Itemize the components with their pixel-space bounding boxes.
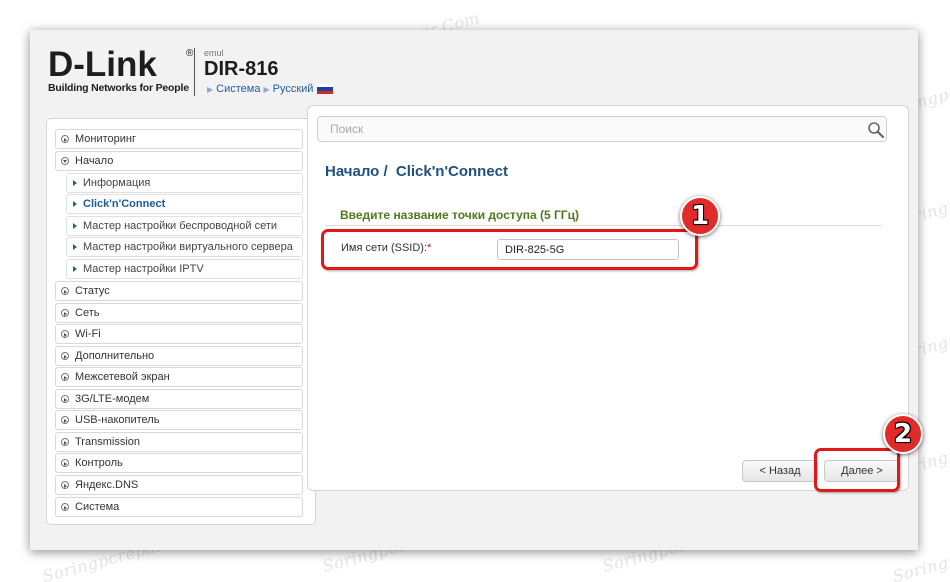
sidebar-item-label: USB-накопитель	[75, 414, 160, 426]
menu-arrow-icon: ▶	[263, 84, 270, 94]
highlight-next-button	[814, 448, 900, 492]
sidebar-subitem-label: Мастер настройки виртуального сервера	[83, 241, 293, 253]
step-2-badge: 2	[883, 414, 923, 454]
bullet-arrow-icon	[73, 244, 77, 250]
expand-arrow-icon	[61, 352, 69, 360]
sidebar-item-usb-storage[interactable]: USB-накопитель	[55, 410, 303, 430]
russian-flag-icon[interactable]	[317, 83, 334, 95]
expand-arrow-icon	[61, 373, 69, 381]
expand-arrow-icon	[61, 416, 69, 424]
search-input[interactable]	[317, 116, 887, 142]
sidebar-item-label: Дополнительно	[75, 350, 155, 362]
flag-stripe-red	[317, 90, 334, 95]
device-model: DIR-816	[204, 58, 279, 80]
header-divider	[194, 48, 195, 96]
expand-arrow-icon	[61, 309, 69, 317]
sidebar-subitem-virtual-server-wizard[interactable]: Мастер настройки виртуального сервера	[66, 237, 303, 257]
sidebar-item-label: Межсетевой экран	[75, 371, 170, 383]
model-block: emul DIR-816 ▶ Система ▶ Русский	[204, 48, 334, 95]
bullet-arrow-icon	[73, 266, 77, 272]
router-web-interface: D-Link ® Building Networks for People em…	[30, 30, 918, 550]
sidebar-subitem-label: Click'n'Connect	[83, 198, 166, 210]
menu-arrow-icon: ▶	[207, 84, 214, 94]
highlight-ssid-field	[321, 229, 698, 270]
section-divider	[325, 225, 881, 226]
sidebar-item-label: Яндекс.DNS	[75, 479, 139, 491]
sidebar-item-label: Начало	[75, 155, 114, 167]
sidebar-item-label: Мониторинг	[75, 133, 137, 145]
sidebar-subitem-clickn-connect[interactable]: Click'n'Connect	[66, 194, 303, 214]
expand-arrow-icon	[61, 287, 69, 295]
bullet-arrow-icon	[73, 180, 77, 186]
sidebar-item-label: Transmission	[75, 436, 140, 448]
sidebar-item-status[interactable]: Статус	[55, 281, 303, 301]
screenshot-stage: Soringpcrepair.Com Soringpcrepair.Com Sori…	[0, 0, 950, 582]
expand-arrow-icon	[61, 330, 69, 338]
logo-wordmark: D-Link	[48, 45, 157, 84]
breadcrumb-parent[interactable]: Начало /	[325, 163, 388, 180]
emul-label: emul	[204, 48, 224, 58]
expand-arrow-icon	[61, 438, 69, 446]
sidebar-item-firewall[interactable]: Межсетевой экран	[55, 367, 303, 387]
sidebar-item-advanced[interactable]: Дополнительно	[55, 346, 303, 366]
sidebar-item-wifi[interactable]: Wi-Fi	[55, 324, 303, 344]
registered-mark: ®	[186, 48, 194, 59]
sidebar-subitem-iptv-wizard[interactable]: Мастер настройки IPTV	[66, 259, 303, 279]
expand-arrow-icon	[61, 395, 69, 403]
content-panel: Начало / Click'n'Connect Введите названи…	[307, 105, 909, 491]
sidebar-item-label: Система	[75, 501, 120, 513]
dlink-logo: D-Link ® Building Networks for People	[48, 45, 193, 94]
sidebar-item-transmission[interactable]: Transmission	[55, 432, 303, 452]
header-menu: ▶ Система ▶ Русский	[204, 83, 334, 95]
sidebar-item-control[interactable]: Контроль	[55, 453, 303, 473]
sidebar-item-label: Контроль	[75, 457, 123, 469]
sidebar-item-label: Wi-Fi	[75, 328, 101, 340]
bullet-arrow-icon	[73, 223, 77, 229]
logo-tagline: Building Networks for People	[48, 82, 189, 94]
system-menu-link[interactable]: Система	[216, 83, 260, 95]
page-title: Начало / Click'n'Connect	[325, 163, 508, 180]
sidebar-item-lte-modem[interactable]: 3G/LTE-модем	[55, 389, 303, 409]
expand-arrow-icon	[61, 135, 69, 143]
back-button[interactable]: < Назад	[742, 460, 818, 482]
sidebar-item-system[interactable]: Система	[55, 497, 303, 517]
language-menu-link[interactable]: Русский	[273, 83, 314, 95]
sidebar-item-network[interactable]: Сеть	[55, 303, 303, 323]
collapse-arrow-icon	[61, 157, 69, 165]
bullet-arrow-icon	[73, 201, 77, 207]
expand-arrow-icon	[61, 503, 69, 511]
sidebar-item-label: Статус	[75, 285, 110, 297]
search-icon[interactable]	[867, 121, 885, 139]
sidebar-item-start[interactable]: Начало	[55, 151, 303, 171]
sidebar-item-yandex-dns[interactable]: Яндекс.DNS	[55, 475, 303, 495]
sidebar-item-label: 3G/LTE-модем	[75, 393, 150, 405]
sidebar-subitem-label: Информация	[83, 177, 151, 189]
expand-arrow-icon	[61, 481, 69, 489]
sidebar-item-monitoring[interactable]: Мониторинг	[55, 129, 303, 149]
sidebar-menu: Мониторинг Начало Информация Click'n'Con…	[46, 118, 316, 525]
sidebar-subitem-label: Мастер настройки беспроводной сети	[83, 220, 278, 232]
sidebar-subitem-info[interactable]: Информация	[66, 173, 303, 193]
sidebar-subitem-wireless-wizard[interactable]: Мастер настройки беспроводной сети	[66, 216, 303, 236]
sidebar-item-label: Сеть	[75, 307, 100, 319]
step-1-badge: 1	[680, 196, 720, 236]
breadcrumb-current: Click'n'Connect	[395, 163, 509, 180]
sidebar-subitem-label: Мастер настройки IPTV	[83, 263, 204, 275]
section-title: Введите название точки доступа (5 ГГц)	[340, 208, 579, 222]
expand-arrow-icon	[61, 459, 69, 467]
